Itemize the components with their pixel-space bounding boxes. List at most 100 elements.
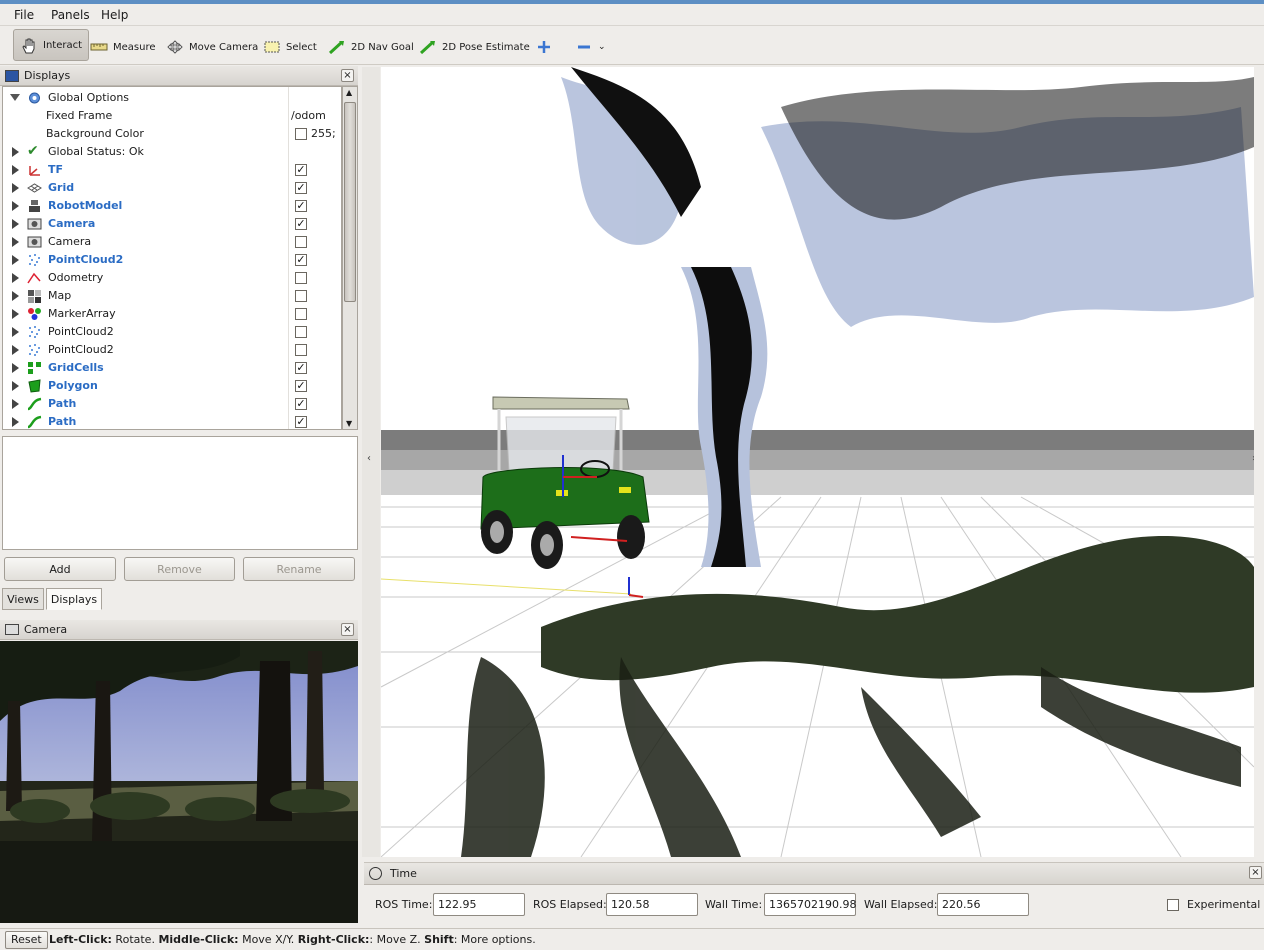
experimental-label: Experimental: [1187, 898, 1261, 911]
tree-row-display[interactable]: Odometry: [3, 269, 341, 287]
collapse-arrow-icon[interactable]: ‹: [367, 453, 371, 464]
experimental-checkbox[interactable]: [1167, 899, 1179, 911]
rename-button[interactable]: Rename: [243, 557, 355, 581]
tree-row-display[interactable]: PointCloud2: [3, 323, 341, 341]
tree-row-display[interactable]: Camera ✓: [3, 215, 341, 233]
expand-arrow-icon[interactable]: [12, 201, 19, 211]
chevron-down-icon[interactable]: ⌄: [598, 42, 606, 52]
ros-time-field[interactable]: 122.95: [433, 893, 525, 916]
tree-row-global-options[interactable]: Global Options: [3, 89, 341, 107]
display-checkbox[interactable]: [295, 236, 307, 248]
display-checkbox[interactable]: ✓: [295, 182, 307, 194]
scroll-up-icon[interactable]: ▲: [346, 88, 352, 97]
display-checkbox[interactable]: ✓: [295, 398, 307, 410]
tree-row-display[interactable]: Path ✓: [3, 413, 341, 429]
close-icon[interactable]: ×: [341, 69, 354, 82]
scroll-down-icon[interactable]: ▼: [346, 419, 352, 428]
pointcloud-icon: [27, 253, 42, 267]
expand-arrow-icon[interactable]: [12, 327, 19, 337]
tree-row-display[interactable]: Polygon ✓: [3, 377, 341, 395]
splitter-arrow-right-icon[interactable]: ›: [1252, 453, 1254, 464]
wall-time-field[interactable]: 1365702190.98: [764, 893, 856, 916]
robot-icon: [27, 199, 42, 213]
tree-row-display[interactable]: Map: [3, 287, 341, 305]
display-checkbox[interactable]: [295, 326, 307, 338]
expand-arrow-icon[interactable]: [12, 381, 19, 391]
3d-viewport[interactable]: ›: [381, 67, 1254, 857]
expand-arrow-icon[interactable]: [10, 94, 20, 101]
expand-arrow-icon[interactable]: [12, 399, 19, 409]
tree-row-display[interactable]: PointCloud2 ✓: [3, 251, 341, 269]
tab-displays[interactable]: Displays: [46, 588, 102, 610]
display-label-pointcloud2: PointCloud2: [48, 253, 124, 266]
add-button[interactable]: Add: [4, 557, 116, 581]
ros-elapsed-field[interactable]: 120.58: [606, 893, 698, 916]
tree-row-display[interactable]: GridCells ✓: [3, 359, 341, 377]
status-text: Rotate.: [111, 933, 159, 946]
display-checkbox[interactable]: [295, 290, 307, 302]
color-swatch[interactable]: [295, 128, 307, 140]
tab-views[interactable]: Views: [2, 588, 44, 610]
display-checkbox[interactable]: ✓: [295, 254, 307, 266]
camera-icon: [27, 235, 42, 249]
menu-bar: File Panels Help: [0, 4, 1264, 26]
tree-row-display[interactable]: Camera: [3, 233, 341, 251]
expand-arrow-icon[interactable]: [12, 237, 19, 247]
tree-row-display[interactable]: Grid ✓: [3, 179, 341, 197]
display-checkbox[interactable]: ✓: [295, 416, 307, 428]
tree-row-display[interactable]: PointCloud2: [3, 341, 341, 359]
move-camera-tool-button[interactable]: Move Camera: [160, 33, 264, 61]
select-label: Select: [286, 41, 317, 53]
reset-button[interactable]: Reset: [5, 931, 48, 949]
remove-tool-button[interactable]: ⌄: [569, 33, 612, 61]
menu-file[interactable]: File: [14, 8, 34, 22]
display-checkbox[interactable]: [295, 272, 307, 284]
menu-help[interactable]: Help: [101, 8, 128, 22]
expand-arrow-icon[interactable]: [12, 165, 19, 175]
status-bar: Reset Left-Click: Rotate. Middle-Click: …: [0, 928, 1264, 950]
expand-arrow-icon[interactable]: [12, 219, 19, 229]
display-checkbox[interactable]: [295, 344, 307, 356]
camera-panel-title: Camera: [24, 623, 68, 636]
expand-arrow-icon[interactable]: [12, 291, 19, 301]
expand-arrow-icon[interactable]: [12, 183, 19, 193]
display-checkbox[interactable]: ✓: [295, 164, 307, 176]
tree-row-fixed-frame[interactable]: Fixed Frame /odom: [3, 107, 341, 125]
tree-row-display[interactable]: RobotModel ✓: [3, 197, 341, 215]
pose-estimate-tool-button[interactable]: 2D Pose Estimate: [413, 33, 536, 61]
remove-button[interactable]: Remove: [124, 557, 235, 581]
grid-icon: [27, 181, 42, 195]
splitter-handle[interactable]: ‹: [362, 67, 380, 857]
expand-arrow-icon[interactable]: [12, 363, 19, 373]
ros-time-label: ROS Time:: [375, 898, 433, 911]
tree-row-background-color[interactable]: Background Color 255;: [3, 125, 341, 143]
interact-tool-button[interactable]: Interact: [13, 29, 90, 61]
display-checkbox[interactable]: ✓: [295, 200, 307, 212]
fixed-frame-value[interactable]: /odom: [291, 109, 326, 122]
expand-arrow-icon[interactable]: [12, 273, 19, 283]
measure-tool-button[interactable]: Measure: [84, 33, 162, 61]
close-icon[interactable]: ×: [341, 623, 354, 636]
scrollbar-thumb[interactable]: [344, 102, 356, 302]
tree-row-display[interactable]: MarkerArray: [3, 305, 341, 323]
wall-elapsed-field[interactable]: 220.56: [937, 893, 1029, 916]
add-tool-button[interactable]: [529, 33, 559, 61]
display-checkbox[interactable]: ✓: [295, 218, 307, 230]
expand-arrow-icon[interactable]: [12, 255, 19, 265]
tree-row-global-status[interactable]: ✔ Global Status: Ok: [3, 143, 341, 161]
display-checkbox[interactable]: [295, 308, 307, 320]
select-tool-button[interactable]: Select: [257, 33, 323, 61]
time-panel-header: Time ×: [364, 863, 1264, 885]
expand-arrow-icon[interactable]: [12, 345, 19, 355]
expand-arrow-icon[interactable]: [12, 309, 19, 319]
tree-row-display[interactable]: TF ✓: [3, 161, 341, 179]
expand-arrow-icon[interactable]: [12, 147, 19, 157]
display-checkbox[interactable]: ✓: [295, 362, 307, 374]
tree-row-display[interactable]: Path ✓: [3, 395, 341, 413]
menu-panels[interactable]: Panels: [51, 8, 90, 22]
close-icon[interactable]: ×: [1249, 866, 1262, 879]
display-label-pointcloud2-b: PointCloud2: [48, 325, 114, 338]
expand-arrow-icon[interactable]: [12, 417, 19, 427]
nav-goal-tool-button[interactable]: 2D Nav Goal: [322, 33, 420, 61]
display-checkbox[interactable]: ✓: [295, 380, 307, 392]
